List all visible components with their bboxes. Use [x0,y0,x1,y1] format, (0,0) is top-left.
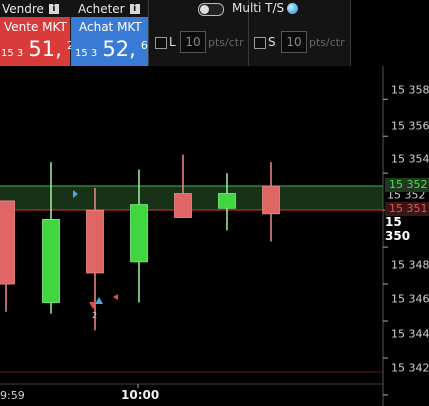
execution-marker-icon[interactable] [89,297,103,309]
current-price-label: 15 350 [385,215,411,243]
price-tick-label: 15 344 [391,327,429,341]
price-tick-label: 15 358 [391,83,429,97]
price-tick-label: 15 346 [391,292,429,306]
price-tick-label: 15 354 [391,152,429,166]
execution-count: 2 [92,311,98,320]
up-arrow-icon [95,297,103,304]
candle-body[interactable] [86,209,104,274]
price-tick-label: 15 356 [391,119,429,133]
candle-body[interactable] [0,200,15,285]
time-label-bold: 10:00 [121,388,160,402]
price-tick-label: 15 348 [391,258,429,272]
candle-body[interactable] [262,185,280,215]
candle-body[interactable] [42,218,60,303]
candle-body[interactable] [130,204,148,263]
bid-price-tag: 15 351 [385,202,429,216]
candle-body[interactable] [218,193,236,209]
price-tick-label: 15 342 [391,361,429,375]
candle-body[interactable] [174,193,192,218]
sell-arrow-marker [113,294,118,300]
candlestick-chart[interactable] [0,0,429,406]
ask-price-tag: 15 352 [385,178,429,192]
time-label: 9:59 [0,389,25,402]
